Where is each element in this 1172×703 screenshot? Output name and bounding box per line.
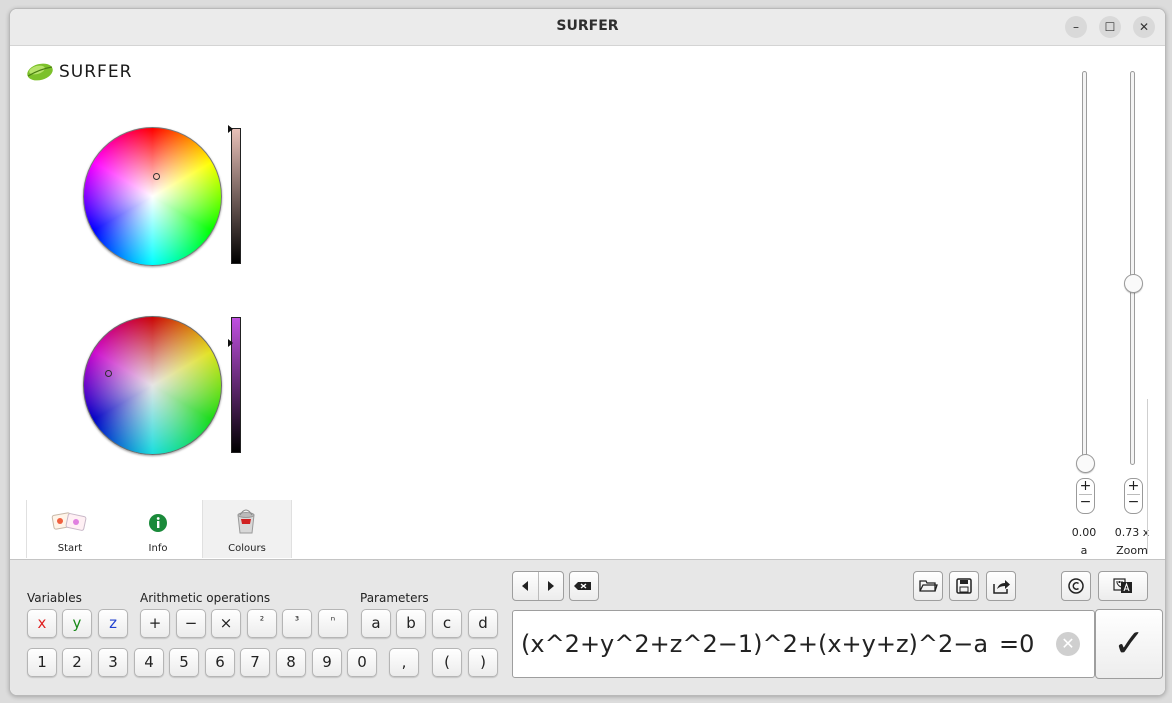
copyright-button[interactable]: [1061, 571, 1091, 601]
parameter-a-slider-thumb[interactable]: [1076, 454, 1095, 473]
translate-icon: [1113, 578, 1132, 593]
apply-formula-button[interactable]: ✓: [1095, 609, 1163, 679]
backspace-button[interactable]: [569, 571, 599, 601]
key-y[interactable]: y: [62, 609, 92, 638]
key-6[interactable]: 6: [205, 648, 235, 677]
folder-open-icon: [919, 580, 938, 592]
arrow-right-icon: [548, 581, 554, 591]
plus-icon[interactable]: +: [1125, 479, 1142, 494]
key-c[interactable]: c: [432, 609, 462, 638]
checkmark-icon: ✓: [1113, 621, 1145, 665]
surfer-logo-icon: [27, 63, 53, 81]
key-8[interactable]: 8: [276, 648, 306, 677]
wheel-shade: [84, 128, 221, 265]
key-9[interactable]: 9: [312, 648, 342, 677]
key-1[interactable]: 1: [27, 648, 57, 677]
title-bar: SURFER – ☐ ✕: [10, 9, 1165, 46]
start-icon: [51, 512, 87, 531]
info-icon: [149, 514, 167, 532]
window-title: SURFER: [556, 18, 619, 34]
save-button[interactable]: [949, 571, 979, 601]
language-button[interactable]: [1098, 571, 1148, 601]
key-square[interactable]: ²: [247, 609, 277, 638]
open-button[interactable]: [913, 571, 943, 601]
tab-start-label: Start: [57, 543, 83, 554]
close-button[interactable]: ✕: [1133, 16, 1155, 38]
inside-brightness-bar[interactable]: [231, 317, 241, 453]
arrow-left-icon: [522, 581, 528, 591]
cursor-nav-group: [512, 571, 564, 601]
surfer-window: SURFER – ☐ ✕ SURFER Start Info Colours +…: [9, 8, 1166, 696]
tab-colours[interactable]: Colours: [202, 500, 292, 558]
clear-formula-icon[interactable]: ✕: [1056, 632, 1080, 656]
key-3[interactable]: 3: [98, 648, 128, 677]
parameter-a-slider-track[interactable]: [1082, 71, 1087, 465]
key-b[interactable]: b: [396, 609, 426, 638]
key-left-paren[interactable]: (: [432, 648, 462, 677]
zoom-stepper[interactable]: + −: [1124, 478, 1143, 514]
key-z[interactable]: z: [98, 609, 128, 638]
key-d[interactable]: d: [468, 609, 498, 638]
key-4[interactable]: 4: [134, 648, 164, 677]
formula-equals-zero: =0: [999, 630, 1035, 658]
save-icon: [956, 578, 972, 594]
inside-colour-wheel[interactable]: [83, 316, 222, 455]
key-comma[interactable]: ,: [389, 648, 419, 677]
key-times[interactable]: ×: [211, 609, 241, 638]
share-button[interactable]: [986, 571, 1016, 601]
zoom-label: Zoom: [1116, 544, 1148, 557]
tab-colours-label: Colours: [228, 543, 266, 554]
key-0[interactable]: 0: [347, 648, 377, 677]
outside-colour-picker-handle[interactable]: [153, 173, 160, 180]
arithmetic-label: Arithmetic operations: [140, 591, 271, 605]
copyright-icon: [1068, 578, 1084, 594]
share-icon: [993, 580, 1010, 594]
parameter-a-label: a: [1080, 544, 1088, 557]
minus-icon[interactable]: −: [1125, 495, 1142, 510]
maximize-button[interactable]: ☐: [1099, 16, 1121, 38]
key-a[interactable]: a: [361, 609, 391, 638]
key-cube[interactable]: ³: [282, 609, 312, 638]
tab-info-label: Info: [148, 543, 168, 554]
key-5[interactable]: 5: [169, 648, 199, 677]
minimize-button[interactable]: –: [1065, 16, 1087, 38]
variables-label: Variables: [27, 591, 82, 605]
backspace-icon: [574, 582, 591, 590]
parameters-label: Parameters: [360, 591, 429, 605]
wheel-shade: [84, 317, 221, 454]
plus-icon[interactable]: +: [1077, 479, 1094, 494]
inside-brightness-marker[interactable]: [228, 339, 233, 347]
outside-brightness-bar[interactable]: [231, 128, 241, 264]
paint-bucket-icon: [237, 509, 255, 534]
zoom-slider-thumb[interactable]: [1124, 274, 1143, 293]
cursor-left-button[interactable]: [513, 572, 539, 600]
minus-icon[interactable]: −: [1077, 495, 1094, 510]
parameter-a-stepper[interactable]: + −: [1076, 478, 1095, 514]
logo-text: SURFER: [59, 62, 133, 82]
key-2[interactable]: 2: [62, 648, 92, 677]
parameter-a-value: 0.00: [1071, 526, 1097, 539]
outside-brightness-marker[interactable]: [228, 125, 233, 133]
zoom-value: 0.73 x: [1114, 526, 1150, 539]
key-minus[interactable]: −: [176, 609, 206, 638]
inside-colour-picker-handle[interactable]: [105, 370, 112, 377]
zoom-slider-track[interactable]: [1130, 71, 1135, 465]
key-7[interactable]: 7: [240, 648, 270, 677]
formula-keyboard-panel: Variables Arithmetic operations Paramete…: [10, 559, 1165, 695]
key-power-n[interactable]: ⁿ: [318, 609, 348, 638]
key-right-paren[interactable]: ): [468, 648, 498, 677]
cursor-right-button[interactable]: [539, 572, 563, 600]
key-x[interactable]: x: [27, 609, 57, 638]
outside-colour-wheel[interactable]: [83, 127, 222, 266]
formula-input[interactable]: (x^2+y^2+z^2−1)^2+(x+y+z)^2−a =0 ✕: [512, 610, 1095, 678]
key-plus[interactable]: +: [140, 609, 170, 638]
tab-info[interactable]: Info: [114, 500, 202, 558]
side-tabs: Start Info Colours: [26, 500, 292, 558]
scroll-edge-line: [1147, 399, 1148, 554]
tab-start[interactable]: Start: [26, 500, 114, 558]
formula-text[interactable]: (x^2+y^2+z^2−1)^2+(x+y+z)^2−a: [521, 630, 988, 658]
